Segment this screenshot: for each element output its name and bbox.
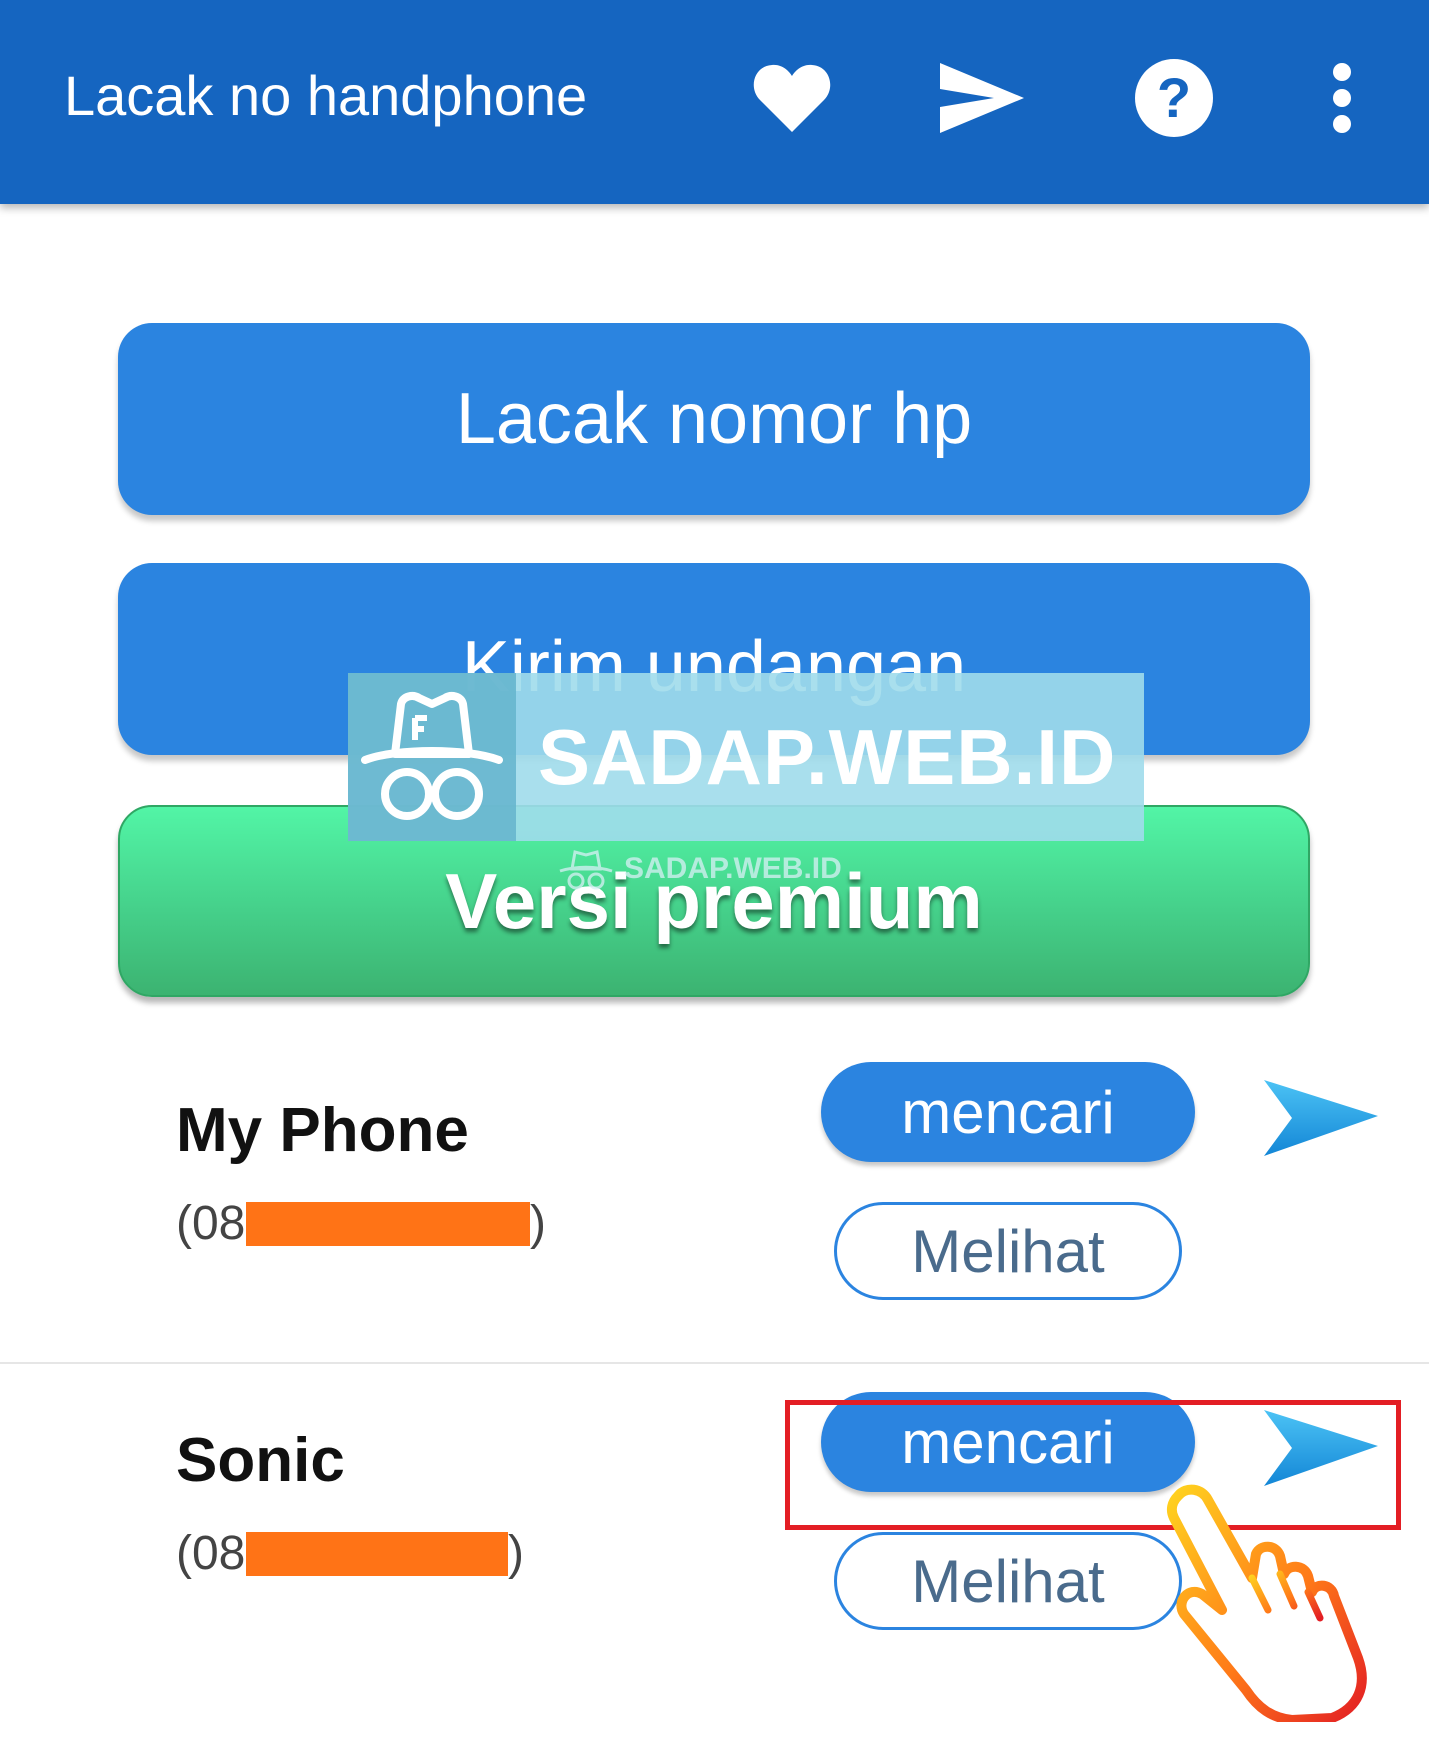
contact-number-prefix: (08 — [176, 1527, 246, 1580]
watermark-small: SADAP.WEB.ID — [556, 845, 872, 893]
redacted-number — [246, 1202, 530, 1246]
view-button[interactable]: Melihat — [834, 1532, 1182, 1630]
list-divider — [0, 1362, 1429, 1364]
track-number-button[interactable]: Lacak nomor hp — [118, 323, 1310, 515]
contact-name: Sonic — [176, 1426, 345, 1495]
contact-name: My Phone — [176, 1096, 469, 1165]
help-icon[interactable]: ? — [1126, 50, 1222, 146]
heart-icon[interactable] — [744, 50, 840, 146]
app-screen: Lacak no handphone ? Lacak nomor hp Kiri… — [0, 0, 1429, 1737]
watermark-small-text: SADAP.WEB.ID — [624, 852, 842, 885]
spy-hat-glasses-icon-small — [559, 850, 613, 890]
redacted-number — [246, 1532, 508, 1576]
contact-item: My Phone (08 ) mencari Melihat — [0, 1040, 1429, 1360]
search-button[interactable]: mencari — [821, 1062, 1195, 1162]
watermark-text: SADAP.WEB.ID — [538, 712, 1117, 801]
contact-number-prefix: (08 — [176, 1197, 246, 1250]
contact-number-suffix: ) — [508, 1527, 524, 1580]
app-title: Lacak no handphone — [64, 64, 588, 127]
more-vert-icon[interactable] — [1294, 50, 1390, 146]
watermark-banner: SADAP.WEB.ID — [348, 673, 1144, 841]
track-number-label: Lacak nomor hp — [455, 379, 973, 459]
send-icon[interactable] — [934, 50, 1030, 146]
app-bar: Lacak no handphone ? — [0, 0, 1429, 204]
send-arrow-icon[interactable] — [1262, 1078, 1380, 1158]
view-button[interactable]: Melihat — [834, 1202, 1182, 1300]
spy-hat-glasses-icon — [348, 673, 516, 841]
pointing-hand-icon — [1166, 1484, 1367, 1722]
svg-text:?: ? — [1157, 66, 1191, 129]
contact-number-suffix: ) — [530, 1197, 546, 1250]
